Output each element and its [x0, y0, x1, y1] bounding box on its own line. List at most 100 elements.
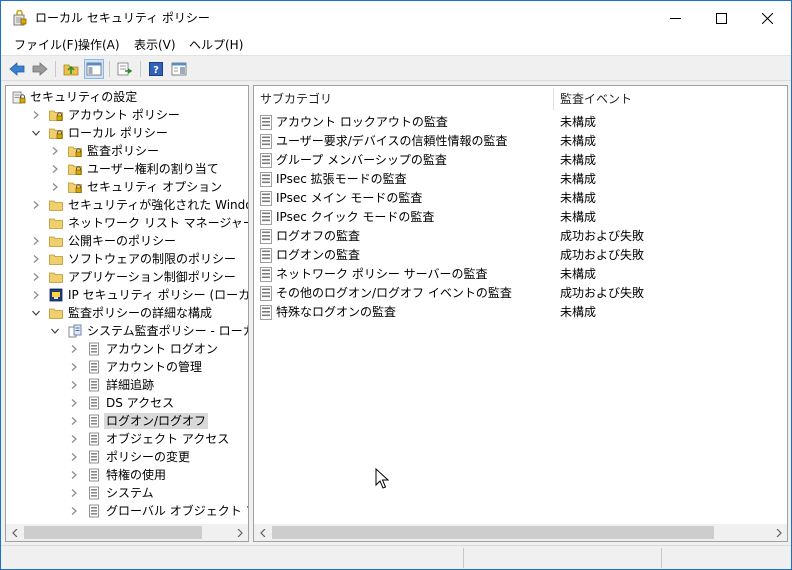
- list-item[interactable]: IPsec メイン モードの監査 未構成: [254, 189, 787, 208]
- tree-pane[interactable]: セキュリティの設定 アカウント ポリシー ローカル ポリシー監査ポリシーユーザー権利…: [5, 85, 249, 542]
- column-divider[interactable]: [553, 88, 554, 110]
- list-item[interactable]: IPsec 拡張モードの監査 未構成: [254, 170, 787, 189]
- title-bar[interactable]: ローカル セキュリティ ポリシー: [1, 1, 791, 35]
- chevron-right-icon[interactable]: [70, 345, 78, 353]
- audit-event-value: 未構成: [560, 267, 597, 281]
- tree-item-label: 監査ポリシー: [87, 144, 160, 158]
- list-horizontal-scrollbar[interactable]: [254, 524, 787, 541]
- list-item[interactable]: ログオンの監査 成功および失敗: [254, 246, 787, 265]
- tree-item[interactable]: アカウントの管理: [6, 358, 248, 376]
- tree-item[interactable]: ソフトウェアの制限のポリシー: [6, 250, 248, 268]
- tree-item[interactable]: ローカル ポリシー: [6, 124, 248, 142]
- list-item[interactable]: グループ メンバーシップの監査 未構成: [254, 151, 787, 170]
- scrollbar-thumb[interactable]: [24, 526, 202, 539]
- tree-item[interactable]: セキュリティ オプション: [6, 178, 248, 196]
- scroll-right-button[interactable]: [770, 524, 787, 541]
- tree-item[interactable]: アカウント ログオン: [6, 340, 248, 358]
- properties-pane-button[interactable]: [169, 59, 189, 79]
- tree-horizontal-scrollbar[interactable]: [6, 524, 248, 541]
- chevron-right-icon[interactable]: [70, 507, 78, 515]
- tree-item[interactable]: アカウント ポリシー: [6, 106, 248, 124]
- tree-item-label: セキュリティが強化された Windows ファイア: [68, 198, 248, 212]
- chevron-right-icon[interactable]: [51, 165, 59, 173]
- show-hide-tree-button[interactable]: [84, 59, 104, 79]
- menu-action[interactable]: 操作(A): [78, 38, 120, 53]
- tree-item-label: アカウント ログオン: [106, 342, 218, 356]
- chevron-right-icon[interactable]: [51, 147, 59, 155]
- menu-view[interactable]: 表示(V): [134, 38, 176, 53]
- tree-item[interactable]: システム監査ポリシー - ローカル グループ: [6, 322, 248, 340]
- list-item[interactable]: IPsec クイック モードの監査 未構成: [254, 208, 787, 227]
- list-item[interactable]: ログオフの監査 成功および失敗: [254, 227, 787, 246]
- tree-item[interactable]: セキュリティの設定: [6, 88, 248, 106]
- export-list-icon: [117, 62, 133, 76]
- menu-help[interactable]: ヘルプ(H): [189, 38, 243, 53]
- tree-item[interactable]: 詳細追跡: [6, 376, 248, 394]
- list-item[interactable]: ネットワーク ポリシー サーバーの監査 未構成: [254, 265, 787, 284]
- subcategory-name: IPsec 拡張モードの監査: [276, 172, 407, 186]
- tree-item-label: 詳細追跡: [106, 378, 155, 392]
- chevron-down-icon[interactable]: [32, 129, 40, 137]
- help-button[interactable]: ?: [146, 59, 166, 79]
- chevron-down-icon[interactable]: [51, 327, 59, 335]
- maximize-button[interactable]: [698, 1, 744, 35]
- chevron-right-icon[interactable]: [70, 417, 78, 425]
- up-one-level-button[interactable]: [61, 59, 81, 79]
- column-header-subcategory[interactable]: サブカテゴリ: [260, 91, 332, 107]
- tree-item[interactable]: ユーザー権利の割り当て: [6, 160, 248, 178]
- close-button[interactable]: [744, 1, 790, 35]
- list-item[interactable]: アカウント ロックアウトの監査 未構成: [254, 113, 787, 132]
- svg-text:?: ?: [153, 65, 159, 76]
- column-header-audit-events[interactable]: 監査イベント: [560, 91, 632, 107]
- chevron-right-icon[interactable]: [32, 111, 40, 119]
- tree-item[interactable]: アプリケーション制御ポリシー: [6, 268, 248, 286]
- chevron-right-icon[interactable]: [51, 183, 59, 191]
- chevron-right-icon[interactable]: [70, 471, 78, 479]
- tree-item[interactable]: IP セキュリティ ポリシー (ローカル コンピュータ: [6, 286, 248, 304]
- chevron-right-icon[interactable]: [70, 489, 78, 497]
- chevron-right-icon[interactable]: [70, 363, 78, 371]
- list-item[interactable]: 特殊なログオンの監査 未構成: [254, 303, 787, 322]
- scroll-left-button[interactable]: [254, 524, 271, 541]
- tree-item[interactable]: ログオン/ログオフ: [6, 412, 248, 430]
- folder-icon: [49, 272, 63, 283]
- chevron-right-icon[interactable]: [70, 435, 78, 443]
- scrollbar-thumb[interactable]: [272, 526, 714, 539]
- list-item[interactable]: その他のログオン/ログオフ イベントの監査 成功および失敗: [254, 284, 787, 303]
- tree-item[interactable]: オブジェクト アクセス: [6, 430, 248, 448]
- tree-item-label: ソフトウェアの制限のポリシー: [68, 252, 237, 266]
- details-pane[interactable]: サブカテゴリ 監査イベント アカウント ロックアウトの監査 未構成 ユーザー要求/デ…: [253, 85, 788, 542]
- audit-setting-icon: [260, 229, 272, 244]
- audit-event-value: 成功および失敗: [560, 286, 645, 300]
- scroll-right-button[interactable]: [231, 524, 248, 541]
- minimize-button[interactable]: [652, 1, 698, 35]
- tree-item[interactable]: DS アクセス: [6, 394, 248, 412]
- chevron-right-icon[interactable]: [70, 453, 78, 461]
- tree-item[interactable]: グローバル オブジェクト アクセスの監: [6, 502, 248, 520]
- tree-item[interactable]: 特権の使用: [6, 466, 248, 484]
- export-list-button[interactable]: [115, 59, 135, 79]
- chevron-right-icon[interactable]: [32, 255, 40, 263]
- scroll-left-button[interactable]: [6, 524, 23, 541]
- chevron-right-icon[interactable]: [70, 381, 78, 389]
- chevron-right-icon[interactable]: [32, 201, 40, 209]
- policy-doc-icon: [89, 360, 99, 374]
- menu-file[interactable]: ファイル(F): [14, 38, 78, 53]
- tree-item[interactable]: 監査ポリシーの詳細な構成: [6, 304, 248, 322]
- tree-item[interactable]: セキュリティが強化された Windows ファイア: [6, 196, 248, 214]
- chevron-right-icon[interactable]: [32, 291, 40, 299]
- chevron-right-icon[interactable]: [32, 273, 40, 281]
- folder-icon: [49, 236, 63, 247]
- chevron-down-icon[interactable]: [32, 309, 40, 317]
- security-policy-icon: [13, 10, 27, 26]
- tree-item[interactable]: システム: [6, 484, 248, 502]
- tree-item[interactable]: ネットワーク リスト マネージャー ポリシー: [6, 214, 248, 232]
- tree-item[interactable]: 公開キーのポリシー: [6, 232, 248, 250]
- chevron-right-icon[interactable]: [70, 399, 78, 407]
- forward-button[interactable]: [30, 59, 50, 79]
- tree-item[interactable]: ポリシーの変更: [6, 448, 248, 466]
- chevron-right-icon[interactable]: [32, 237, 40, 245]
- back-button[interactable]: [7, 59, 27, 79]
- tree-item[interactable]: 監査ポリシー: [6, 142, 248, 160]
- list-item[interactable]: ユーザー要求/デバイスの信頼性情報の監査 未構成: [254, 132, 787, 151]
